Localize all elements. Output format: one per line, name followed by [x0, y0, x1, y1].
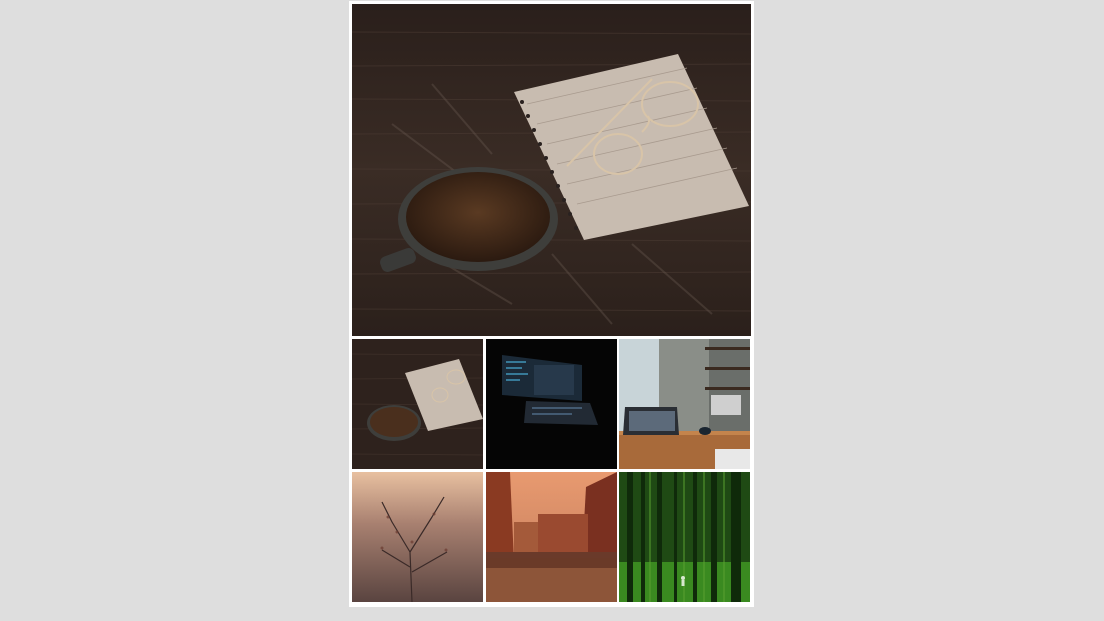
- dual-monitor-code-photo-icon: [486, 339, 617, 469]
- thumbnail-2[interactable]: [486, 339, 617, 469]
- thumbnail-3[interactable]: [619, 339, 750, 469]
- image-gallery: [349, 1, 754, 607]
- thumbnail-1[interactable]: [352, 339, 483, 469]
- thumbnail-5[interactable]: [486, 472, 617, 602]
- main-image: [352, 4, 751, 336]
- thumbnail-6[interactable]: [619, 472, 750, 602]
- laptop-kitchen-counter-photo-icon: [619, 339, 750, 469]
- misty-branches-photo-icon: [352, 472, 483, 602]
- brick-canal-buildings-photo-icon: [486, 472, 617, 602]
- thumbnail-4[interactable]: [352, 472, 483, 602]
- green-forest-photo-icon: [619, 472, 750, 602]
- coffee-notebook-glasses-photo-icon: [352, 339, 483, 469]
- coffee-notebook-glasses-photo-icon: [352, 4, 751, 336]
